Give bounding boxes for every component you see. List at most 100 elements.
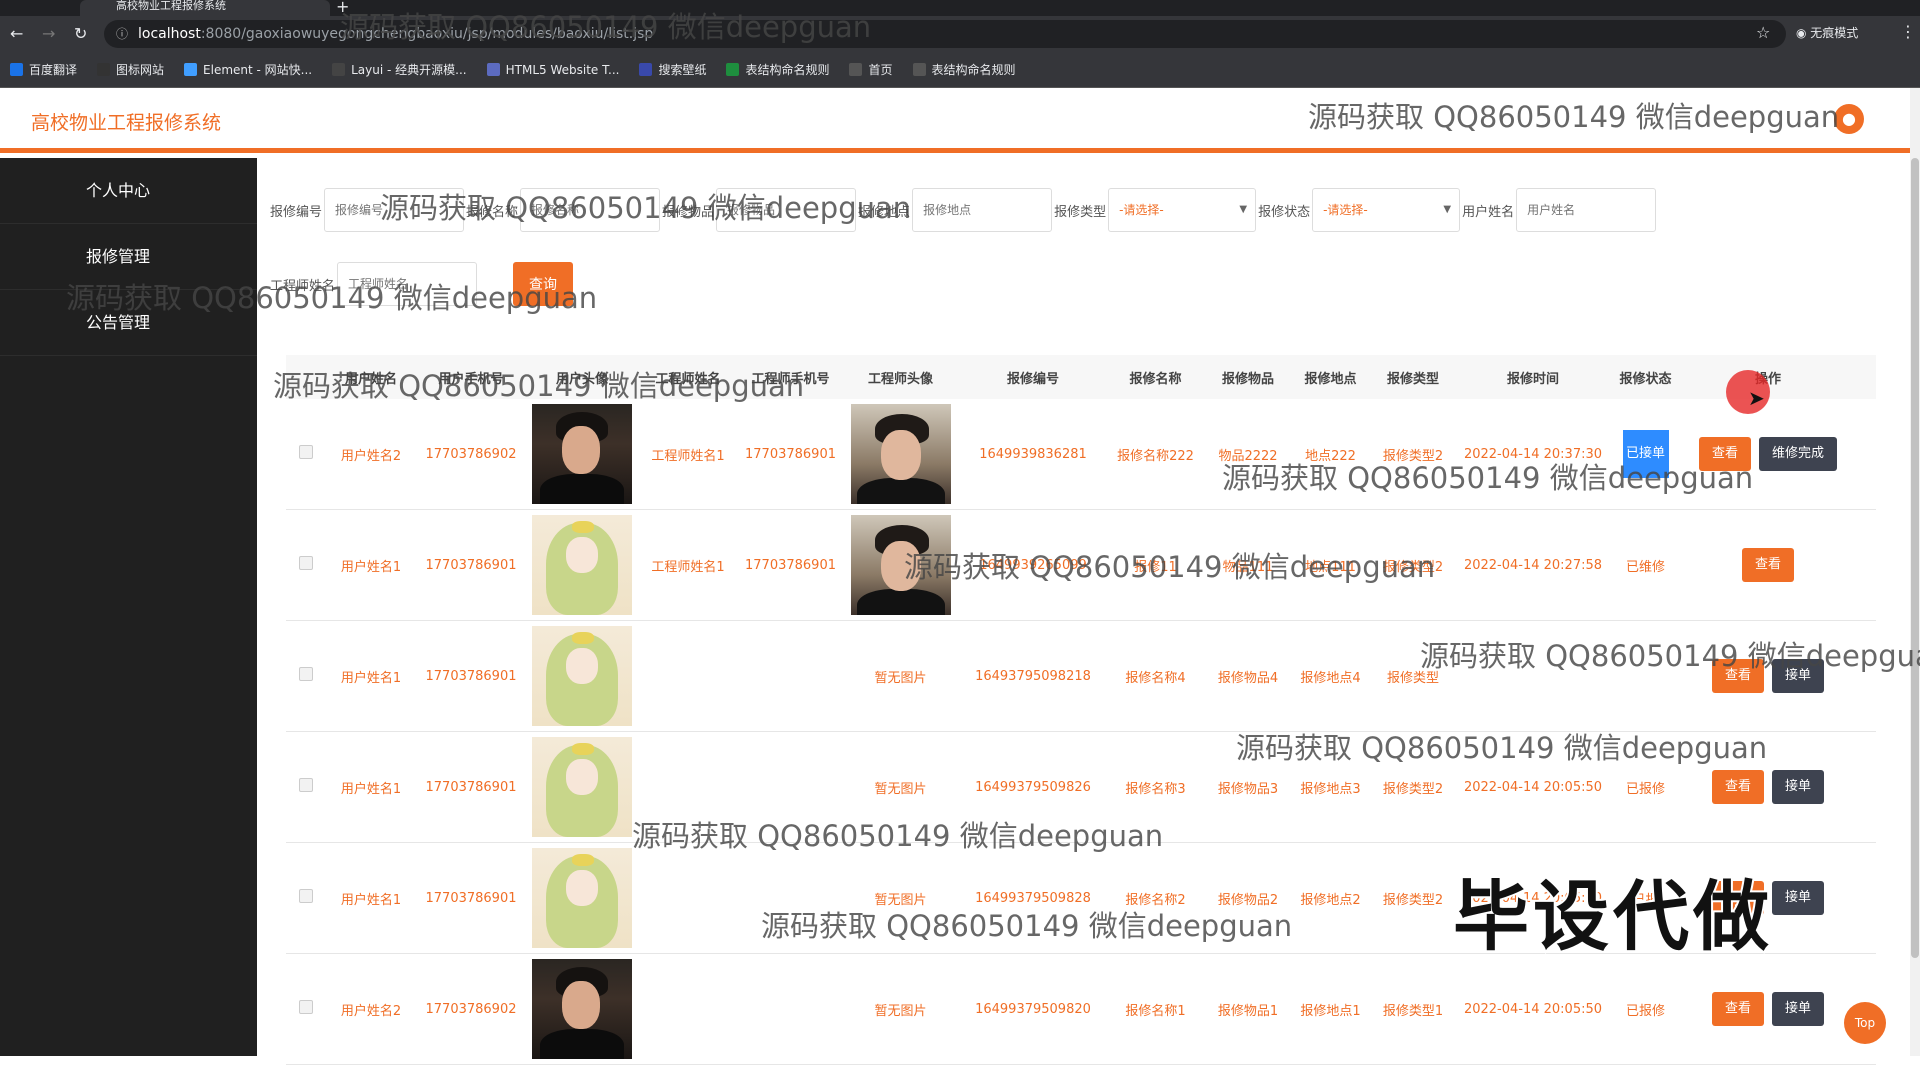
- column-header: 报修地点: [1304, 371, 1357, 387]
- bookmark-label: 搜索壁纸: [658, 63, 707, 77]
- row-checkbox[interactable]: [299, 667, 313, 681]
- user-avatar-cell: [526, 626, 638, 726]
- chevron-down-icon: ▼: [1239, 204, 1248, 215]
- user-avatar-cell: [526, 515, 638, 615]
- row-select-cell: [286, 1000, 326, 1018]
- bookmarks-bar: 百度翻译 图标网站 Element - 网站快... Layui - 经典开源模...…: [0, 52, 1920, 88]
- watermark-text: 源码获取 QQ86050149 微信deepguan: [632, 819, 1164, 853]
- engineer-name-cell: 工程师姓名1: [651, 448, 725, 464]
- repair-status-value: -请选择-: [1323, 203, 1368, 217]
- row-select-cell: [286, 778, 326, 796]
- row-checkbox[interactable]: [299, 556, 313, 570]
- bookmark-item[interactable]: 搜索壁纸: [639, 61, 706, 78]
- repair-item-cell: 报修物品4: [1217, 670, 1279, 686]
- bookmark-favicon-icon: [332, 63, 346, 76]
- row-select-cell: [286, 445, 326, 463]
- watermark-text: 源码获取 QQ86050149 微信deepguan: [1236, 731, 1768, 765]
- browser-tab[interactable]: 高校物业工程报修系统: [80, 0, 330, 16]
- watermark-text: 源码获取 QQ86050149 微信deepguan: [904, 550, 1436, 584]
- accept-order-button[interactable]: 接单: [1772, 992, 1825, 1026]
- bookmark-item[interactable]: Element - 网站快...: [184, 61, 312, 78]
- reload-icon[interactable]: ↻: [74, 24, 87, 43]
- view-button[interactable]: 查看: [1741, 548, 1794, 582]
- row-select-cell: [286, 556, 326, 574]
- bookmark-item[interactable]: 百度翻译: [10, 61, 77, 78]
- bookmark-item[interactable]: Layui - 经典开源模...: [332, 61, 467, 78]
- user-phone-cell: 17703786902: [425, 1001, 517, 1017]
- engineer-avatar-cell: [843, 404, 958, 504]
- accept-order-button[interactable]: 接单: [1772, 770, 1825, 804]
- accept-order-button[interactable]: 接单: [1772, 881, 1825, 915]
- status-badge: 已报修: [1625, 1003, 1665, 1019]
- watermark-text: 源码获取 QQ86050149 微信deepguan: [66, 281, 598, 315]
- status-badge: 已报修: [1625, 781, 1665, 797]
- bookmark-label: Layui - 经典开源模...: [351, 63, 467, 77]
- page-scrollbar[interactable]: [1910, 88, 1920, 1056]
- user-phone-cell: 17703786901: [425, 890, 517, 906]
- repair-time-cell: 2022-04-14 20:27:58: [1463, 557, 1603, 573]
- user-phone-cell: 17703786901: [425, 557, 517, 573]
- bookmark-item[interactable]: 图标网站: [97, 61, 164, 78]
- cursor-icon: ➤: [1748, 386, 1765, 410]
- sidebar-item-personal-center[interactable]: 个人中心: [0, 158, 257, 224]
- bookmark-item[interactable]: 表结构命名规则: [726, 61, 829, 78]
- row-select-cell: [286, 667, 326, 685]
- user-name-label: 用户姓名: [1462, 204, 1515, 220]
- user-name-input[interactable]: [1516, 188, 1657, 232]
- engineer-avatar-cell: 暂无图片: [843, 1000, 958, 1019]
- incognito-indicator[interactable]: ◉ 无痕模式: [1796, 24, 1858, 41]
- repair-type-value: -请选择-: [1119, 203, 1164, 217]
- bookmark-item[interactable]: 表结构命名规则: [912, 61, 1016, 78]
- repair-no-cell: 16499379509820: [975, 1001, 1091, 1017]
- watermark-text: 源码获取 QQ86050149 微信deepguan: [1222, 461, 1754, 495]
- url-host: localhost: [138, 26, 201, 42]
- user-phone-cell: 17703786901: [425, 668, 517, 684]
- row-checkbox[interactable]: [299, 889, 313, 903]
- repair-type-cell: 报修类型2: [1382, 781, 1444, 797]
- repair-time-cell: 2022-04-14 20:05:50: [1463, 1001, 1603, 1017]
- bookmark-item[interactable]: 首页: [849, 61, 893, 78]
- person-photo: [532, 959, 632, 1059]
- browser-menu-icon[interactable]: ⋮: [1900, 22, 1916, 41]
- repair-name-cell: 报修名称4: [1125, 670, 1186, 686]
- actions-cell: 查看: [1683, 548, 1853, 582]
- repair-type-cell: 报修类型1: [1382, 1003, 1444, 1019]
- row-checkbox[interactable]: [299, 778, 313, 792]
- repair-no-cell: 1649939836281: [979, 446, 1087, 462]
- repair-name-cell: 报修名称222: [1117, 448, 1194, 464]
- repair-no-cell: 16499379509826: [975, 779, 1091, 795]
- view-button[interactable]: 查看: [1711, 770, 1764, 804]
- repair-status-cell: 已报修: [1608, 778, 1683, 797]
- engineer-avatar-cell: 暂无图片: [843, 778, 958, 797]
- repair-complete-button[interactable]: 维修完成: [1759, 437, 1838, 471]
- row-checkbox[interactable]: [299, 1000, 313, 1014]
- person-photo: [850, 404, 951, 504]
- repair-status-select[interactable]: -请选择- ▼: [1312, 188, 1461, 232]
- row-checkbox[interactable]: [299, 445, 313, 459]
- bookmark-favicon-icon: [726, 63, 740, 76]
- repair-place-input[interactable]: [912, 188, 1053, 232]
- scrollbar-thumb[interactable]: [1911, 158, 1919, 958]
- repair-place-cell: 报修地点1: [1300, 1003, 1361, 1019]
- repair-type-cell: 报修类型2: [1382, 892, 1444, 908]
- back-icon[interactable]: ←: [10, 24, 23, 43]
- back-to-top-button[interactable]: Top: [1844, 1002, 1886, 1044]
- search-field-repair-status: 报修状态 -请选择- ▼: [1258, 188, 1461, 232]
- user-photo: [532, 626, 632, 726]
- column-header: 报修状态: [1619, 371, 1672, 387]
- info-icon[interactable]: ⓘ: [116, 20, 128, 48]
- bookmark-favicon-icon: [10, 63, 23, 76]
- bookmark-star-icon[interactable]: ☆: [1756, 23, 1770, 42]
- user-photo: [532, 737, 632, 837]
- no-image-text: 暂无图片: [874, 781, 927, 797]
- repair-type-select[interactable]: -请选择- ▼: [1108, 188, 1257, 232]
- search-field-repair-type: 报修类型 -请选择- ▼: [1054, 188, 1257, 232]
- repair-status-cell: 已报修: [1608, 1000, 1683, 1019]
- engineer-avatar-cell: 暂无图片: [843, 667, 958, 686]
- repair-no-label: 报修编号: [270, 204, 323, 220]
- column-header: 工程师头像: [867, 371, 933, 387]
- incognito-label: 无痕模式: [1810, 26, 1859, 40]
- forward-icon[interactable]: →: [42, 24, 55, 43]
- bookmark-item[interactable]: HTML5 Website T...: [486, 63, 619, 77]
- view-button[interactable]: 查看: [1711, 992, 1764, 1026]
